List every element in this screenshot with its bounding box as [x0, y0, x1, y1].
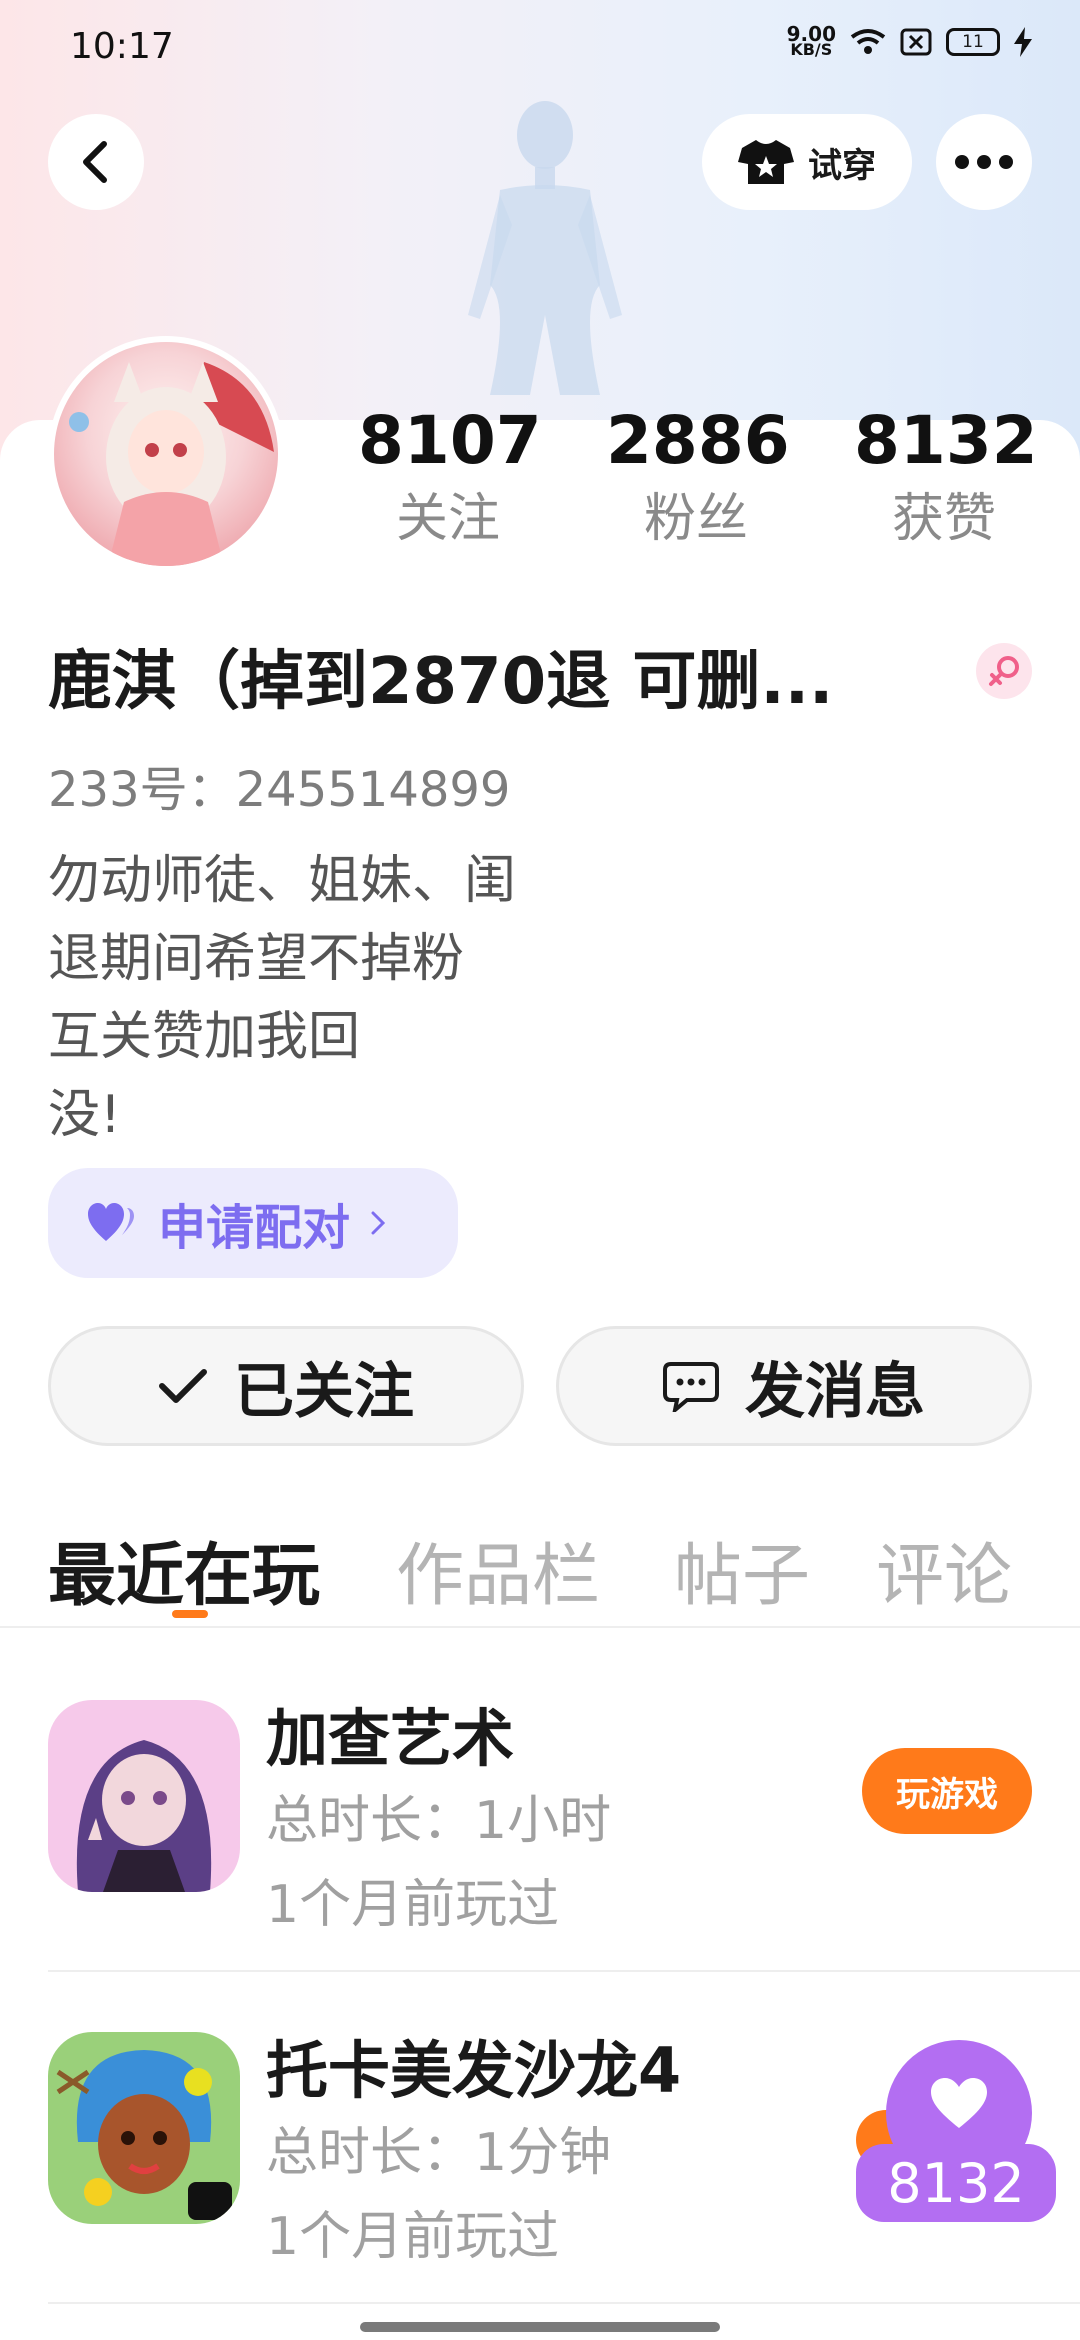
charging-icon — [1014, 27, 1032, 57]
bio-line: 退期间希望不掉粉 — [48, 929, 465, 989]
try-on-button[interactable]: 试穿 — [702, 114, 912, 210]
tab-recently-played[interactable]: 最近在玩 — [48, 1520, 320, 1619]
back-arrow-icon — [83, 141, 107, 183]
status-icons: 9.00 KB/S 11 — [787, 24, 1032, 59]
stat-followers[interactable]: 2886 粉丝 — [606, 398, 790, 554]
likes-count: 8132 — [854, 402, 1038, 479]
stat-likes[interactable]: 8132 获赞 — [854, 398, 1038, 554]
send-message-button[interactable]: 发消息 — [556, 1326, 1032, 1446]
more-button[interactable] — [936, 114, 1032, 210]
following-count: 8107 — [358, 402, 542, 479]
avatar-figure-icon — [468, 101, 622, 395]
bio-line: 勿动师徒、姐妹、闺 — [48, 851, 517, 911]
chevron-right-icon — [371, 1211, 386, 1235]
profile-name: 鹿淇（掉到2870退 可删... — [48, 645, 834, 719]
tab-comments[interactable]: 评论 — [876, 1520, 1012, 1619]
avatar-illustration-icon — [69, 362, 274, 566]
list-divider — [48, 1970, 1080, 1972]
home-indicator[interactable] — [360, 2322, 720, 2332]
female-gender-badge — [976, 643, 1032, 699]
net-speed-unit: KB/S — [790, 40, 833, 59]
sim-off-icon — [900, 28, 932, 56]
game-title: 加查艺术 — [266, 1702, 515, 1775]
profile-tabs: 最近在玩 作品栏 帖子 评论 — [0, 1510, 1080, 1628]
apply-pair-button[interactable]: 申请配对 — [48, 1168, 458, 1278]
try-on-label: 试穿 — [808, 145, 876, 186]
game-last-played: 1个月前玩过 — [266, 2207, 560, 2267]
tab-posts[interactable]: 帖子 — [674, 1520, 810, 1619]
chat-bubble-icon — [663, 1362, 719, 1412]
likes-label: 获赞 — [891, 489, 996, 549]
game-title: 托卡美发沙龙4 — [266, 2034, 682, 2107]
bio-line: 互关赞加我回 — [48, 1007, 361, 1067]
following-label: 关注 — [395, 489, 500, 549]
battery-level: 11 — [962, 32, 984, 52]
following-button-label: 已关注 — [234, 1356, 414, 1427]
floating-like-widget[interactable]: 8132 — [856, 2040, 1062, 2226]
user-id: 233号：245514899 — [48, 762, 511, 818]
list-item[interactable]: 加查艺术 总时长：1小时 1个月前玩过 玩游戏 — [0, 1660, 1080, 1990]
game-duration: 总时长：1小时 — [266, 1791, 612, 1851]
game-icon-gacha-art — [48, 1700, 240, 1892]
tab-works[interactable]: 作品栏 — [396, 1520, 600, 1619]
tshirt-icon — [738, 140, 794, 184]
toca-hair-salon-icon — [48, 2032, 240, 2224]
hearts-icon — [88, 1203, 134, 1241]
battery-indicator: 11 — [946, 28, 1000, 56]
send-message-label: 发消息 — [745, 1356, 925, 1427]
status-time: 10:17 — [70, 26, 174, 67]
avatar[interactable] — [48, 336, 284, 572]
gacha-art-icon — [48, 1700, 240, 1892]
avatar-image — [54, 342, 278, 566]
list-divider — [48, 2302, 1080, 2304]
heart-icon — [931, 2078, 987, 2128]
game-duration: 总时长：1分钟 — [266, 2123, 612, 2183]
status-bar: 10:17 9.00 KB/S 11 — [0, 0, 1080, 96]
play-game-button[interactable]: 玩游戏 — [862, 1748, 1032, 1834]
apply-pair-label: 申请配对 — [158, 1200, 351, 1256]
game-last-played: 1个月前玩过 — [266, 1875, 560, 1935]
game-icon-toca-hair-salon — [48, 2032, 240, 2224]
female-icon — [989, 656, 1019, 686]
following-button[interactable]: 已关注 — [48, 1326, 524, 1446]
bio: 勿动师徒、姐妹、闺 退期间希望不掉粉 互关赞加我回 没! — [48, 842, 516, 1154]
more-dots-icon — [955, 155, 1013, 169]
like-count: 8132 — [856, 2144, 1056, 2222]
bio-line: 没! — [48, 1085, 121, 1145]
back-button[interactable] — [48, 114, 144, 210]
wifi-icon — [850, 29, 886, 54]
tab-active-indicator — [172, 1610, 208, 1618]
followers-label: 粉丝 — [643, 489, 748, 549]
followers-count: 2886 — [606, 402, 790, 479]
net-speed: 9.00 KB/S — [787, 24, 836, 59]
check-icon — [159, 1369, 207, 1403]
stat-following[interactable]: 8107 关注 — [358, 398, 542, 554]
